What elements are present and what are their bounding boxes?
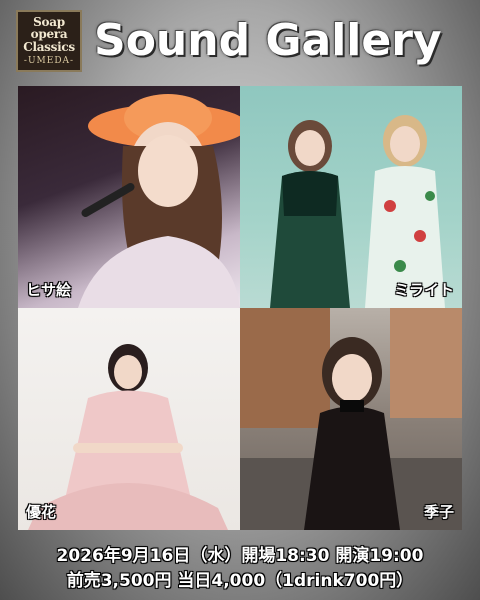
performer-photo-2: ミライト [240,86,462,308]
logo-line-3: Classics [23,40,75,55]
street-portrait-illustration [240,308,462,530]
ticket-prices: 前売3,500円 当日4,000（1drink700円） [66,571,414,591]
singer-with-hat-illustration [78,94,240,308]
performer-name-2: ミライト [393,281,454,299]
performer-name-4: 季子 [423,503,454,521]
performer-photo-3: 優花 [18,308,240,530]
event-datetime: 2026年9月16日（水）開場18:30 開演19:00 [56,546,424,566]
performer-name-1: ヒサ絵 [26,281,72,299]
performer-grid: ヒサ絵 ミライト 優花 季子 [18,86,462,530]
event-title: Sound Gallery [94,15,442,66]
venue-logo: Soap opera Classics -UMEDA- [16,10,82,72]
seated-singer-illustration [28,344,228,530]
duo-illustration [270,115,445,308]
performer-photo-1: ヒサ絵 [18,86,240,308]
logo-line-4: -UMEDA- [23,55,75,66]
performer-name-3: 優花 [26,503,57,521]
performer-photo-4: 季子 [240,308,462,530]
